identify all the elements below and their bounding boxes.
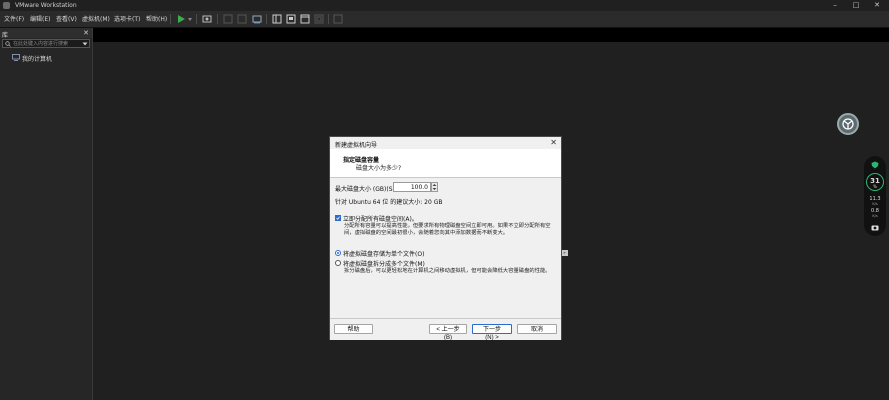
- power-on-play-icon[interactable]: [176, 14, 186, 24]
- collapse-handle[interactable]: »: [561, 250, 568, 256]
- menu-tabs[interactable]: 选项卡(T): [114, 14, 140, 23]
- thumbnail-view-icon[interactable]: [286, 14, 296, 24]
- search-icon: [5, 41, 11, 49]
- snapshot-icon[interactable]: [202, 14, 212, 24]
- computer-icon: [12, 54, 20, 63]
- revert-snapshot-icon[interactable]: [223, 14, 233, 24]
- allocate-description: 分配所有容量可以提高性能，但要求所有物理磁盘空间立即可用。如果不立即分配所有空间…: [344, 223, 551, 236]
- multi-file-label[interactable]: 将虚拟磁盘拆分成多个文件(M): [343, 259, 425, 268]
- usage-unit: %: [873, 184, 877, 189]
- tree-item-label: 我的计算机: [22, 56, 53, 63]
- menu-edit[interactable]: 编辑(E): [30, 14, 50, 23]
- tab-strip: [93, 28, 889, 42]
- back-button[interactable]: < 上一步(B): [429, 324, 467, 341]
- download-unit: K/s: [872, 214, 878, 218]
- size-spinner[interactable]: [431, 182, 438, 192]
- library-search-box[interactable]: [2, 39, 90, 48]
- menu-file[interactable]: 文件(F): [4, 14, 24, 23]
- menu-bar: 文件(F) 编辑(E) 查看(V) 虚拟机(M) 选项卡(T) 帮助(H): [0, 11, 889, 28]
- maximize-button[interactable]: □: [847, 1, 865, 10]
- max-size-label: 最大磁盘大小 (GB)(S):: [335, 186, 397, 193]
- multi-file-radio[interactable]: [335, 260, 341, 266]
- max-disk-size-input[interactable]: [393, 182, 431, 192]
- toolbar-divider: [217, 14, 218, 24]
- allocate-now-checkbox[interactable]: [335, 215, 341, 221]
- next-button[interactable]: 下一步(N) >: [472, 324, 512, 341]
- single-file-radio[interactable]: [335, 250, 341, 256]
- toolbar-divider: [328, 14, 329, 24]
- chevron-down-icon[interactable]: [82, 41, 88, 47]
- library-title: 库: [2, 32, 9, 39]
- minimize-button[interactable]: –: [826, 1, 844, 10]
- title-bar: VMware Workstation – □ ✕: [0, 0, 889, 11]
- cancel-button[interactable]: 取消: [517, 324, 557, 334]
- menu-view[interactable]: 查看(V): [56, 14, 77, 23]
- window-title: VMware Workstation: [15, 2, 77, 9]
- dialog-close-button[interactable]: ✕: [550, 138, 557, 147]
- multi-file-description: 拆分磁盘后，可以更轻松地在计算机之间移动虚拟机，但可能会降低大容量磁盘的性能。: [344, 268, 551, 274]
- console-view-icon[interactable]: [300, 14, 310, 24]
- recommended-size-text: 针对 Ubuntu 64 位 的建议大小: 20 GB: [335, 199, 443, 206]
- performance-monitor-widget[interactable]: 31 % 11.3 K/s 0.8 K/s: [864, 156, 886, 236]
- allocate-now-label[interactable]: 立即分配所有磁盘空间(A)。: [343, 214, 418, 223]
- toolbar-divider: [196, 14, 197, 24]
- vmware-logo-icon: [3, 2, 10, 9]
- new-vm-wizard-dialog: 新建虚拟机向导 ✕ 指定磁盘容量 磁盘大小为多少? 最大磁盘大小 (GB)(S)…: [329, 136, 562, 341]
- shield-check-icon: [871, 161, 879, 171]
- dialog-footer: 帮助 < 上一步(B) 下一步(N) > 取消: [330, 318, 561, 341]
- camera-icon[interactable]: [871, 224, 879, 233]
- manage-snapshot-icon[interactable]: [237, 14, 247, 24]
- dialog-title: 新建虚拟机向导: [335, 142, 378, 149]
- upload-unit: K/s: [872, 202, 878, 206]
- tree-item-my-computer[interactable]: 我的计算机: [12, 53, 88, 63]
- single-file-label[interactable]: 将虚拟磁盘存储为单个文件(O): [343, 249, 424, 258]
- toolbar-divider: [266, 14, 267, 24]
- unity-icon[interactable]: [333, 14, 343, 24]
- library-toggle-icon[interactable]: [272, 14, 282, 24]
- floating-assistant-icon[interactable]: [837, 113, 859, 135]
- library-header: 库 ✕: [0, 28, 92, 39]
- library-close-button[interactable]: ✕: [83, 29, 89, 37]
- close-button[interactable]: ✕: [868, 1, 886, 10]
- fullscreen-icon[interactable]: [314, 14, 324, 24]
- library-search-input[interactable]: [13, 40, 77, 47]
- send-keys-icon[interactable]: [252, 14, 262, 24]
- toolbar-divider: [170, 14, 171, 24]
- help-button[interactable]: 帮助: [334, 324, 373, 334]
- library-panel: 库 ✕ 我的计算机: [0, 28, 93, 400]
- menu-help[interactable]: 帮助(H): [146, 14, 167, 23]
- dialog-subheading: 磁盘大小为多少?: [356, 165, 402, 172]
- dialog-header: 指定磁盘容量 磁盘大小为多少?: [330, 149, 561, 178]
- menu-vm[interactable]: 虚拟机(M): [82, 14, 110, 23]
